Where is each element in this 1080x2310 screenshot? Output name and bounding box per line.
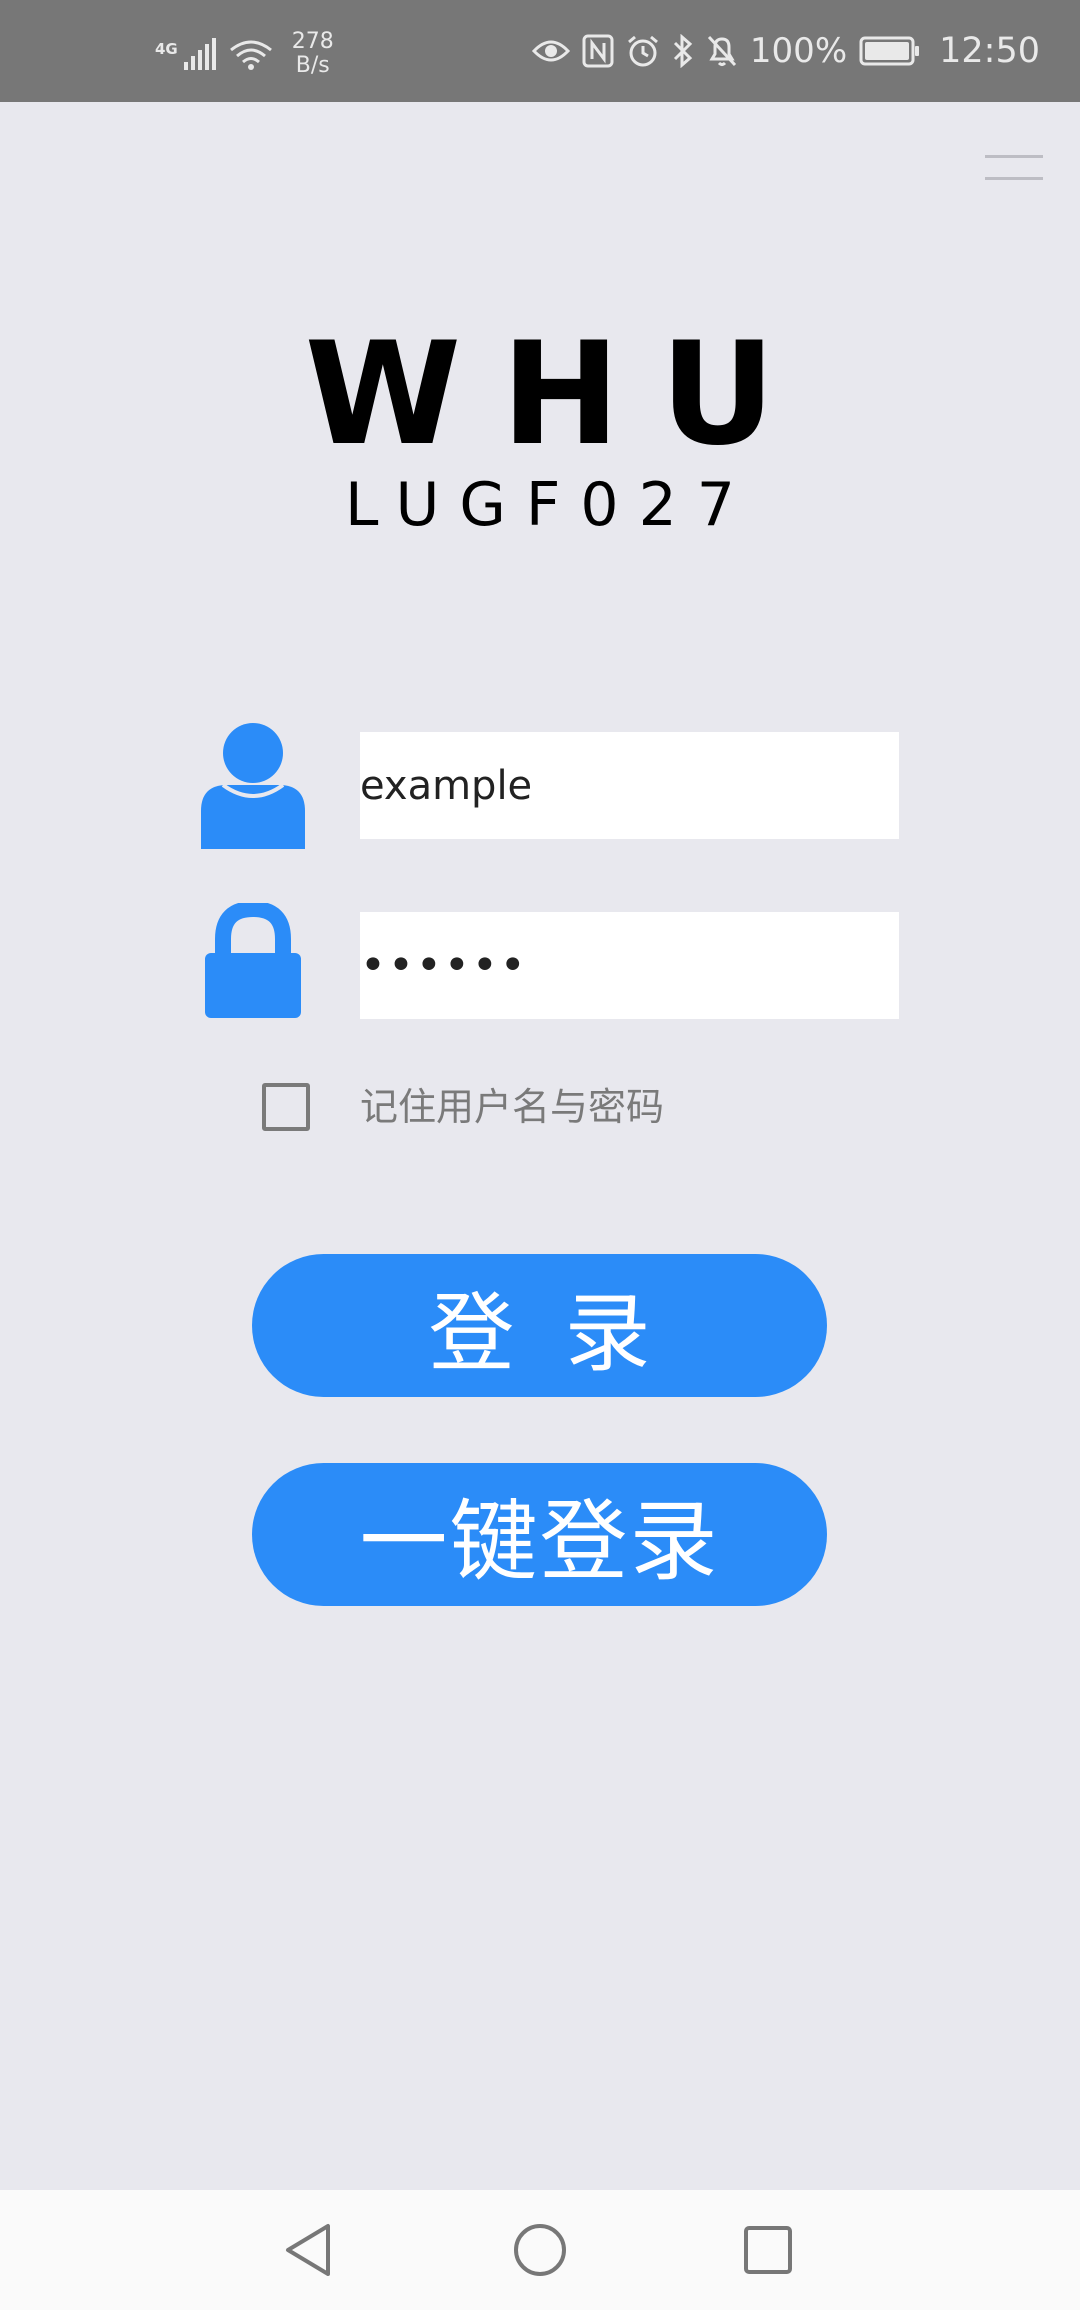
- status-bar-left: 4G 278 B/s: [155, 30, 334, 78]
- menu-icon[interactable]: [985, 155, 1043, 183]
- speed-unit: B/s: [295, 53, 330, 78]
- login-button[interactable]: 登录: [252, 1254, 827, 1397]
- bluetooth-icon: [673, 34, 693, 68]
- user-icon: [201, 723, 305, 849]
- home-icon[interactable]: [510, 2220, 570, 2280]
- logo-subtitle: LUGF027: [345, 470, 755, 540]
- status-bar-right: 100% 12:50: [531, 0, 1040, 102]
- remember-checkbox[interactable]: [262, 1083, 310, 1131]
- recents-icon[interactable]: [738, 2220, 798, 2280]
- remember-label: 记住用户名与密码: [360, 1085, 665, 1129]
- wifi-icon: [229, 40, 272, 70]
- password-input[interactable]: [360, 912, 899, 1019]
- username-input[interactable]: [360, 732, 899, 839]
- signal-icon: [183, 38, 216, 70]
- status-bar: 4G 278 B/s 100% 12:50: [0, 0, 1080, 102]
- clock: 12:50: [939, 31, 1040, 71]
- mute-icon: [707, 35, 737, 67]
- lock-icon: [205, 903, 301, 1018]
- back-icon[interactable]: [280, 2220, 340, 2280]
- eye-icon: [531, 40, 570, 62]
- network-type: 4G: [155, 40, 178, 58]
- nfc-icon: [582, 34, 614, 68]
- speed-value: 278: [291, 29, 334, 54]
- network-speed: 278 B/s: [292, 30, 334, 78]
- battery-icon: [859, 36, 920, 66]
- alarm-icon: [627, 35, 658, 67]
- navigation-bar: [0, 2190, 1080, 2310]
- battery-percent: 100%: [749, 31, 848, 71]
- one-click-login-button[interactable]: 一键登录: [252, 1463, 827, 1606]
- logo-title: WHU: [304, 312, 816, 477]
